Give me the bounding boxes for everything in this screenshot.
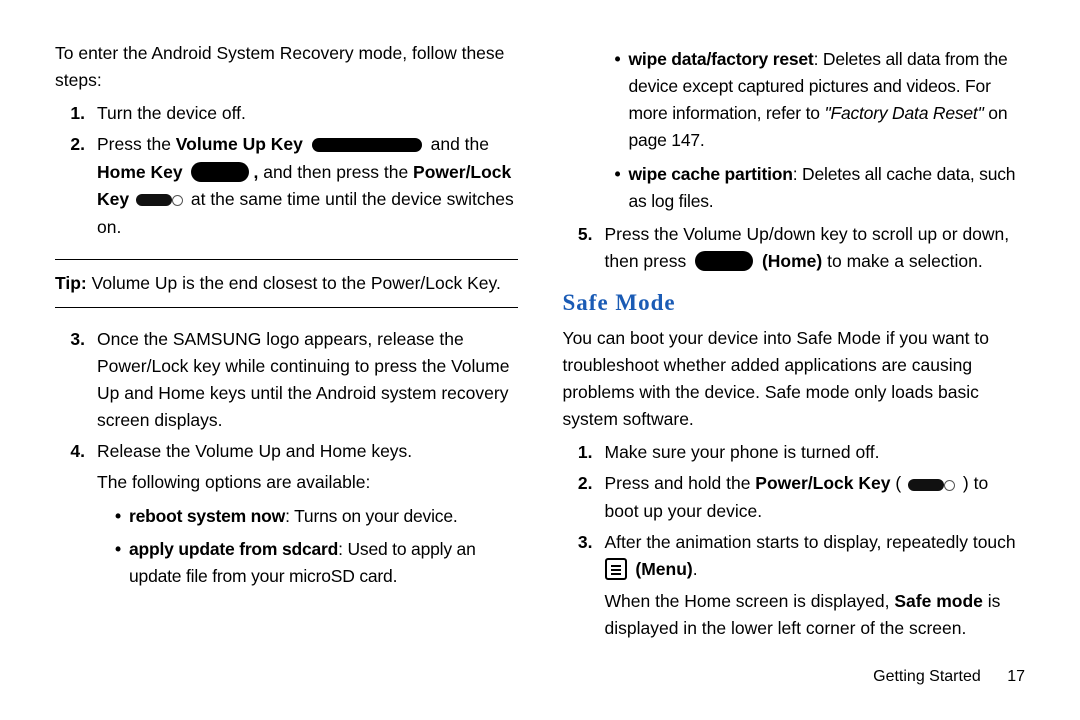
volume-key-icon: [312, 138, 422, 152]
safe-mode-step-1: 1. Make sure your phone is turned off.: [593, 439, 1026, 466]
step-text: Once the SAMSUNG logo appears, release t…: [97, 329, 509, 430]
safe-mode-intro: You can boot your device into Safe Mode …: [563, 325, 1026, 434]
power-key-icon: [136, 194, 172, 206]
step-number: 2.: [563, 470, 593, 497]
power-lock-key-label: Power/Lock Key: [755, 473, 890, 493]
page-footer: Getting Started 17: [873, 665, 1025, 690]
cross-reference: "Factory Data Reset": [824, 103, 983, 123]
step-text-a: Release the Volume Up and Home keys.: [97, 441, 412, 461]
home-label: (Home): [762, 251, 822, 271]
step-4: 4. Release the Volume Up and Home keys. …: [85, 438, 518, 590]
step-number: 3.: [563, 529, 593, 556]
home-key-icon: [695, 251, 753, 271]
step-number: 2.: [55, 131, 85, 158]
step-text-a: Press the: [97, 134, 176, 154]
page-columns: To enter the Android System Recovery mod…: [0, 0, 1080, 646]
safe-mode-step-3: 3. After the animation starts to display…: [593, 529, 1026, 642]
step-1: 1. Turn the device off.: [85, 100, 518, 127]
step-text: Turn the device off.: [97, 103, 246, 123]
option-desc: : Turns on your device.: [285, 506, 457, 526]
step-number: 1.: [563, 439, 593, 466]
option-name: reboot system now: [129, 506, 285, 526]
step-text: Make sure your phone is turned off.: [605, 442, 880, 462]
option-update-sdcard: apply update from sdcard: Used to apply …: [115, 536, 518, 590]
recovery-step-5: 5. Press the Volume Up/down key to scrol…: [563, 221, 1026, 275]
menu-icon: [605, 558, 627, 580]
paren-open: (: [891, 473, 907, 493]
right-column: wipe data/factory reset: Deletes all dat…: [563, 40, 1026, 646]
left-column: To enter the Android System Recovery mod…: [55, 40, 518, 646]
option-wipe-data: wipe data/factory reset: Deletes all dat…: [615, 46, 1026, 155]
step-number: 3.: [55, 326, 85, 353]
option-name: wipe cache partition: [629, 164, 793, 184]
safe-mode-heading: Safe Mode: [563, 285, 1026, 321]
period: .: [693, 559, 698, 579]
volume-up-key-label: Volume Up Key: [176, 134, 303, 154]
recovery-steps-3-4: 3. Once the SAMSUNG logo appears, releas…: [55, 326, 518, 590]
step-3: 3. Once the SAMSUNG logo appears, releas…: [85, 326, 518, 435]
step-number: 4.: [55, 438, 85, 465]
option-name: apply update from sdcard: [129, 539, 338, 559]
tip-text: Volume Up is the end closest to the Powe…: [87, 273, 501, 293]
step-2: 2. Press the Volume Up Key and the Home …: [85, 131, 518, 240]
home-key-icon: [191, 162, 249, 182]
option-name: wipe data/factory reset: [629, 49, 814, 69]
recovery-options-right: wipe data/factory reset: Deletes all dat…: [563, 46, 1026, 215]
step-text-a: After the animation starts to display, r…: [605, 532, 1016, 552]
home-key-label: Home Key: [97, 162, 183, 182]
intro-text: To enter the Android System Recovery mod…: [55, 40, 518, 94]
page-number: 17: [1007, 668, 1025, 685]
step-text-a: Press and hold the: [605, 473, 756, 493]
safe-mode-step-2: 2. Press and hold the Power/Lock Key ( )…: [593, 470, 1026, 525]
step-number: 5.: [563, 221, 593, 248]
tip-label: Tip:: [55, 273, 87, 293]
divider: [55, 259, 518, 260]
power-key-icon: [908, 479, 944, 491]
safe-mode-steps: 1. Make sure your phone is turned off. 2…: [563, 439, 1026, 642]
recovery-steps-1-2: 1. Turn the device off. 2. Press the Vol…: [55, 100, 518, 240]
step-text-c: and then press the: [263, 162, 413, 182]
option-wipe-cache: wipe cache partition: Deletes all cache …: [615, 161, 1026, 215]
section-name: Getting Started: [873, 668, 981, 685]
safe-mode-result: When the Home screen is displayed, Safe …: [605, 588, 1026, 642]
result-a: When the Home screen is displayed,: [605, 591, 895, 611]
comma: ,: [253, 162, 258, 182]
step-text-b: to make a selection.: [827, 251, 983, 271]
step-text-b: The following options are available:: [97, 469, 518, 496]
menu-label: (Menu): [635, 559, 692, 579]
step-number: 1.: [55, 100, 85, 127]
tip-block: Tip: Volume Up is the end closest to the…: [55, 270, 518, 297]
safe-mode-label: Safe mode: [894, 591, 983, 611]
option-reboot: reboot system now: Turns on your device.: [115, 503, 518, 530]
recovery-options-left: reboot system now: Turns on your device.…: [97, 503, 518, 590]
divider: [55, 307, 518, 308]
step-text-b: and the: [431, 134, 489, 154]
step-5: 5. Press the Volume Up/down key to scrol…: [593, 221, 1026, 275]
